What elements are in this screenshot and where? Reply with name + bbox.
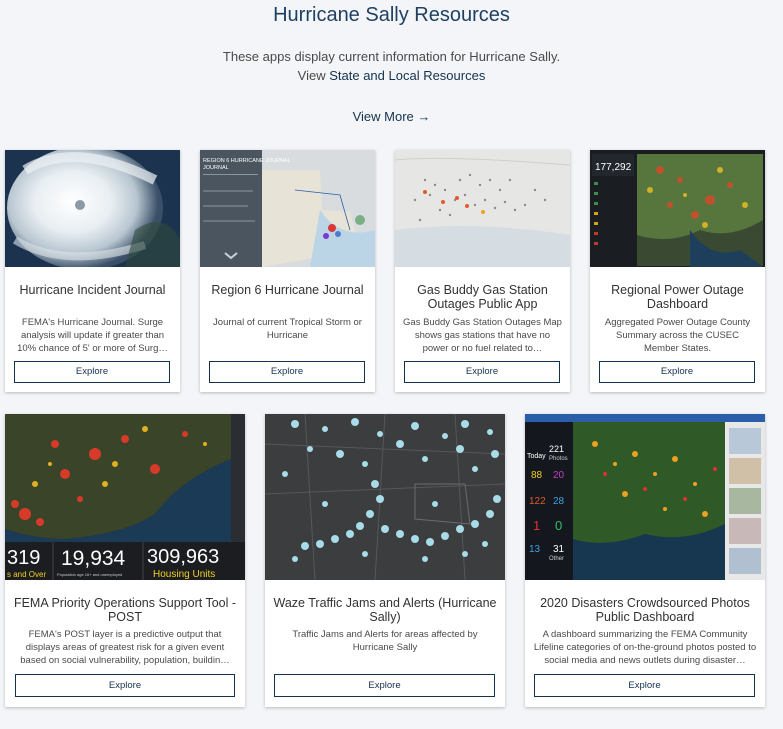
card-description: Journal of current Tropical Storm or Hur… (213, 317, 362, 341)
page-title: Hurricane Sally Resources (273, 4, 510, 26)
card-description: Gas Buddy Gas Station Outages Map shows … (403, 317, 562, 354)
card-title: Gas Buddy Gas Station Outages Public App (417, 283, 548, 311)
fema-post-map-thumbnail[interactable]: 319 s and Over 19,934 Population age 16+… (5, 414, 245, 580)
card-description: Traffic Jams and Alerts for areas affect… (292, 629, 478, 653)
view-more-link[interactable]: View More → (0, 109, 783, 124)
card-title: Region 6 Hurricane Journal (211, 283, 364, 297)
thumb-v1: 88 (531, 470, 543, 481)
card-title: Regional Power Outage Dashboard (611, 283, 744, 311)
page-subtitle: These apps display current information f… (0, 47, 783, 85)
thumb-v6: 0 (555, 518, 562, 533)
fema-post-map-image: 319 s and Over 19,934 Population age 16+… (5, 414, 245, 580)
power-outage-dashboard-image: 177,292 (590, 150, 765, 267)
crowdsourced-dashboard-thumbnail[interactable]: Today 221 Photos 88 20 122 28 1 0 13 31 … (525, 414, 765, 580)
subtitle-text: These apps display current information f… (222, 49, 561, 64)
state-local-resources-link[interactable]: State and Local Resources (329, 68, 485, 83)
thumb-total: 177,292 (595, 162, 632, 173)
region6-map-image: REGION 6 HURRICANE JOURNAL JOURNAL (200, 150, 375, 267)
crowdsourced-dashboard-image: Today 221 Photos 88 20 122 28 1 0 13 31 … (525, 414, 765, 580)
thumb-v4: 28 (553, 496, 565, 507)
thumb-stat-right-label: Housing Units (153, 569, 215, 580)
power-outage-dashboard-thumbnail[interactable]: 177,292 (590, 150, 765, 267)
thumb-v3: 122 (529, 496, 546, 507)
explore-button[interactable]: Explore (209, 361, 365, 383)
explore-button[interactable]: Explore (599, 361, 755, 383)
card-regional-power-outage: 177,292 Regional Power Outage Dashboard … (590, 150, 765, 392)
hurricane-satellite-thumbnail[interactable] (5, 150, 180, 267)
thumb-stat-mid-label: Population age 16+ and unemployed (57, 572, 122, 577)
card-crowdsourced-photos: Today 221 Photos 88 20 122 28 1 0 13 31 … (525, 414, 765, 707)
thumb-v2: 20 (553, 470, 565, 481)
thumb-stat-right: 309,963 (147, 546, 219, 568)
gas-buddy-map-image (395, 150, 570, 267)
card-gas-buddy: Gas Buddy Gas Station Outages Public App… (395, 150, 570, 392)
gas-buddy-map-thumbnail[interactable] (395, 150, 570, 267)
card-fema-post: 319 s and Over 19,934 Population age 16+… (5, 414, 245, 707)
svg-text:JOURNAL: JOURNAL (203, 165, 229, 171)
thumb-stat-mid: 19,934 (61, 547, 126, 570)
thumb-v8: 31 (553, 544, 565, 555)
thumb-photos-value: 221 (549, 444, 564, 454)
explore-button[interactable]: Explore (534, 674, 755, 697)
thumb-other: Other (549, 556, 564, 562)
subtitle-prefix: View (297, 68, 326, 83)
card-title: Hurricane Incident Journal (19, 283, 166, 297)
card-region-6-hurricane-journal: REGION 6 HURRICANE JOURNAL JOURNAL Regio… (200, 150, 375, 392)
thumb-stat-left-label: s and Over (7, 570, 46, 579)
card-waze-traffic: Waze Traffic Jams and Alerts (Hurricane … (265, 414, 505, 707)
thumb-v7: 13 (529, 544, 541, 555)
explore-button[interactable]: Explore (15, 674, 235, 697)
thumb-heading: REGION 6 HURRICANE JOURNAL (203, 158, 291, 164)
card-title: 2020 Disasters Crowdsourced Photos Publi… (540, 596, 750, 624)
thumb-stat-left: 319 (7, 547, 40, 569)
thumb-today: Today (527, 453, 546, 460)
card-description: FEMA's POST layer is a predictive output… (20, 629, 230, 666)
card-title: FEMA Priority Operations Support Tool - … (13, 596, 237, 624)
card-title: Waze Traffic Jams and Alerts (Hurricane … (273, 596, 497, 624)
card-description: Aggregated Power Outage County Summary a… (604, 317, 751, 354)
region6-map-thumbnail[interactable]: REGION 6 HURRICANE JOURNAL JOURNAL (200, 150, 375, 267)
explore-button[interactable]: Explore (404, 361, 560, 383)
subtitle-link-line: View State and Local Resources (0, 66, 783, 85)
thumb-photos-label: Photos (549, 456, 568, 462)
explore-button[interactable]: Explore (14, 361, 170, 383)
hurricane-satellite-image (5, 150, 180, 267)
card-description: FEMA's Hurricane Journal. Surge analysis… (17, 317, 168, 354)
waze-map-thumbnail[interactable] (265, 414, 505, 580)
waze-map-image (265, 414, 505, 580)
explore-button[interactable]: Explore (274, 674, 495, 697)
card-hurricane-incident-journal: Hurricane Incident Journal FEMA's Hurric… (5, 150, 180, 392)
card-description: A dashboard summarizing the FEMA Communi… (533, 629, 757, 666)
thumb-v5: 1 (533, 518, 540, 533)
